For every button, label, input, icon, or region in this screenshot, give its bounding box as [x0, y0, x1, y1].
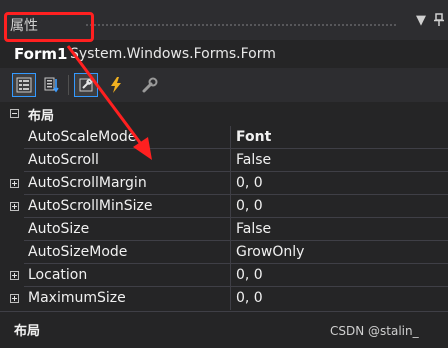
categorized-button[interactable] [12, 73, 36, 97]
expand-icon[interactable] [10, 179, 19, 188]
property-value[interactable]: Font [236, 129, 271, 145]
property-row[interactable]: AutoSizeMode GrowOnly [0, 241, 448, 264]
property-value[interactable]: 0, 0 [236, 290, 263, 306]
description-pane: 布局 CSDN @stalin_ [0, 311, 448, 348]
categorized-icon [16, 77, 32, 93]
watermark-text: CSDN @stalin_ [330, 324, 419, 338]
wrench-icon [142, 77, 158, 93]
dropdown-icon[interactable]: ▼ [416, 13, 426, 28]
object-type: System.Windows.Forms.Form [70, 46, 276, 62]
property-row[interactable]: AutoScroll False [0, 149, 448, 172]
property-toolbar [0, 68, 448, 102]
property-grid: 布局 AutoScaleMode Font AutoScroll False A… [0, 102, 448, 311]
property-value[interactable]: 0, 0 [236, 198, 263, 214]
pin-icon[interactable] [434, 13, 444, 31]
object-selector[interactable]: Form1 System.Windows.Forms.Form [0, 42, 448, 68]
expand-icon[interactable] [10, 202, 19, 211]
property-row[interactable]: AutoScaleMode Font [0, 126, 448, 149]
property-pages-button[interactable] [138, 73, 162, 97]
property-name: AutoScrollMinSize [28, 198, 153, 214]
property-name: AutoSizeMode [28, 244, 128, 260]
property-name: AutoScaleMode [28, 129, 137, 145]
toolbar-separator [68, 75, 69, 95]
collapse-icon[interactable] [10, 109, 19, 118]
property-name: AutoScroll [28, 152, 99, 168]
property-value[interactable]: 0, 0 [236, 267, 263, 283]
property-row[interactable]: AutoScrollMinSize 0, 0 [0, 195, 448, 218]
category-label: 布局 [28, 109, 55, 124]
events-button[interactable] [104, 73, 128, 97]
property-name: MaximumSize [28, 290, 126, 306]
properties-icon [79, 78, 93, 92]
expand-icon[interactable] [10, 271, 19, 280]
property-row[interactable]: Location 0, 0 [0, 264, 448, 287]
alphabetical-icon [44, 77, 59, 93]
title-highlight-box [4, 12, 94, 42]
object-name: Form1 [14, 45, 68, 63]
lightning-icon [111, 77, 121, 93]
property-value[interactable]: GrowOnly [236, 244, 304, 260]
property-value[interactable]: False [236, 152, 271, 168]
property-name: AutoScrollMargin [28, 175, 147, 191]
expand-icon[interactable] [10, 294, 19, 303]
panel-titlebar: 属性 ▼ [0, 0, 448, 42]
category-header[interactable]: 布局 [0, 102, 448, 126]
property-row[interactable]: MaximumSize 0, 0 [0, 287, 448, 310]
property-name: Location [28, 267, 88, 283]
property-value[interactable]: False [236, 221, 271, 237]
titlebar-grip[interactable] [85, 23, 397, 28]
property-name: AutoSize [28, 221, 90, 237]
description-title: 布局 [14, 324, 41, 339]
alphabetical-button[interactable] [40, 73, 64, 97]
property-value[interactable]: 0, 0 [236, 175, 263, 191]
properties-button[interactable] [74, 73, 98, 97]
property-row[interactable]: AutoScrollMargin 0, 0 [0, 172, 448, 195]
property-row[interactable]: AutoSize False [0, 218, 448, 241]
